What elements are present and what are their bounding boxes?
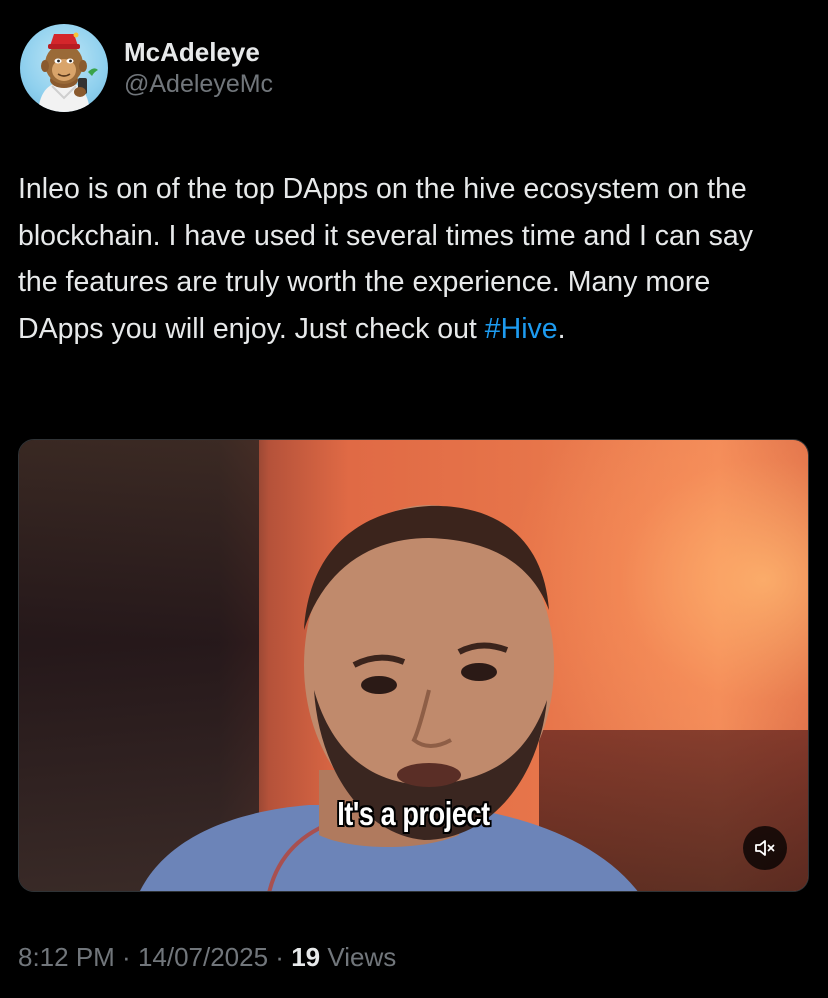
speaker-muted-icon [755,840,775,856]
tweet-header: McAdeleye @AdeleyeMc [20,24,273,112]
tweet-text-end: . [557,312,566,345]
tweet-date[interactable]: 14/07/2025 [138,942,268,972]
tweet-text: Inleo is on of the top DApps on the hive… [18,166,798,352]
video-subtitle: It's a project [337,795,490,832]
tweet-time[interactable]: 8:12 PM [18,942,115,972]
author-names: McAdeleye @AdeleyeMc [124,36,273,100]
avatar[interactable] [20,24,108,112]
views-count[interactable]: 19 [291,942,320,972]
meta-separator: · [114,942,138,972]
tweet-text-body: Inleo is on of the top DApps on the hive… [18,173,761,345]
mute-button[interactable] [743,826,787,870]
author-display-name[interactable]: McAdeleye [124,36,273,68]
meta-separator: · [268,942,292,972]
hashtag-link[interactable]: #Hive [485,313,558,345]
views-label[interactable]: Views [320,942,396,972]
video-player[interactable]: It's a project [18,439,809,892]
author-handle[interactable]: @AdeleyeMc [124,68,273,100]
tweet-metadata: 8:12 PM · 14/07/2025 · 19 Views [18,940,396,974]
ape-avatar-icon [38,32,98,112]
